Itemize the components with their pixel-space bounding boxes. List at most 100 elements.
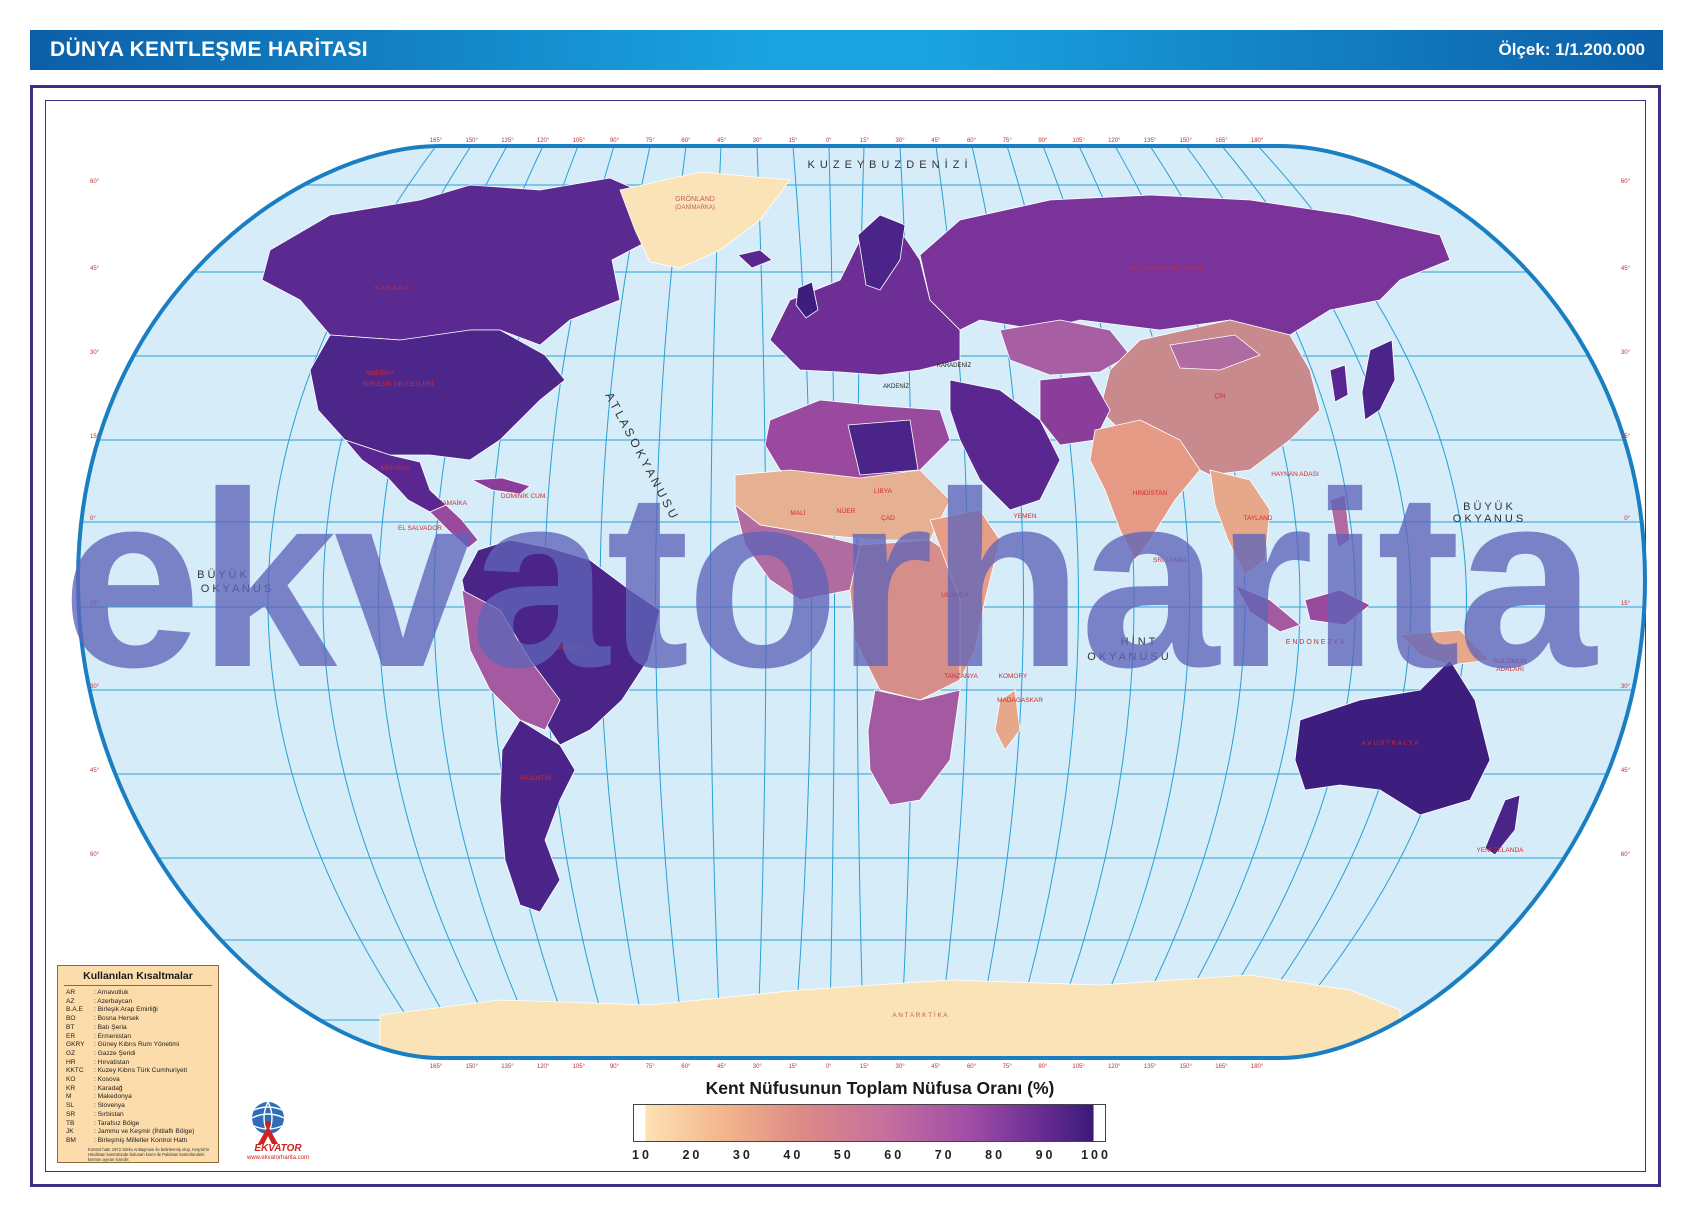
label-australia: A V U S T R A L Y A xyxy=(1361,740,1419,747)
label-usa-1: AMERİKA xyxy=(365,368,395,377)
longitude-label: 30° xyxy=(753,1064,763,1070)
latitude-label: 60° xyxy=(1621,179,1631,185)
abbreviation-name: : Birleşik Arap Emirliği xyxy=(94,1006,158,1014)
abbreviation-row: TB: Tarafsız Bölge xyxy=(58,1120,218,1129)
abbreviation-name: : Makedonya xyxy=(94,1093,132,1101)
longitude-label: 15° xyxy=(788,138,798,144)
logo-name: EKVATOR xyxy=(254,1143,302,1154)
legend-tick-label: 30 xyxy=(732,1148,753,1162)
longitude-label: 30° xyxy=(896,138,906,144)
abbreviation-code: JK xyxy=(66,1128,74,1136)
longitude-label: 30° xyxy=(753,138,763,144)
logo-url: www.ekvatorharita.com xyxy=(246,1155,310,1161)
abbreviation-code: TB xyxy=(66,1119,75,1127)
longitude-label: 120° xyxy=(1108,138,1121,144)
abbreviation-code: HR xyxy=(66,1058,76,1066)
longitude-label: 90° xyxy=(1038,138,1048,144)
abbreviation-code: M xyxy=(66,1093,72,1101)
abbreviations-box: Kullanılan Kısaltmalar AR : Arnavutluk AZ:… xyxy=(57,965,219,1163)
abbreviation-code: AR xyxy=(66,989,76,996)
legend-title: Kent Nüfusunun Toplam Nüfusa Oranı (%) xyxy=(705,1078,1055,1098)
abbreviation-row: M : Makedonya xyxy=(58,1093,218,1102)
longitude-label: 60° xyxy=(967,138,977,144)
latitude-label: 15° xyxy=(1621,434,1631,440)
longitude-label: 120° xyxy=(1108,1064,1121,1070)
abbreviation-code: BO xyxy=(66,1015,76,1023)
legend-tick-label: 70 xyxy=(934,1148,955,1162)
longitude-label: 180° xyxy=(1251,138,1264,144)
legend-tick-label: 80 xyxy=(985,1148,1006,1162)
latitude-label: 30° xyxy=(1621,684,1631,690)
label-greenland-sub: (DANİMARKA) xyxy=(675,204,715,211)
abbreviation-row: GKRY: Güney Kıbrıs Rum Yönetimi xyxy=(58,1041,218,1050)
longitude-label: 45° xyxy=(931,1064,941,1070)
abbreviation-name: : Birleşmiş Milletler Kontrol Hattı xyxy=(94,1136,188,1144)
abbreviation-name: : Bosna Hersek xyxy=(94,1015,140,1023)
abbreviation-code: ER xyxy=(66,1032,76,1040)
longitude-label: 45° xyxy=(931,138,941,144)
abbreviation-name: : Karadağ xyxy=(94,1084,123,1092)
abbreviation-name: : Arnavutluk xyxy=(94,989,129,996)
abbreviation-name: : Jammu ve Keşmir (İhtilaflı Bölge) xyxy=(94,1128,195,1136)
longitude-label: 15° xyxy=(788,1064,798,1070)
longitude-label: 150° xyxy=(1179,138,1192,144)
abbreviation-row: BM : Birleşmiş Milletler Kontrol Hattı xyxy=(58,1137,218,1146)
abbreviation-row: AZ : Azerbaycan xyxy=(58,998,218,1007)
abbreviation-row: JK : Jammu ve Keşmir (İhtilaflı Bölge) xyxy=(58,1128,218,1137)
longitude-label: 30° xyxy=(896,1064,906,1070)
longitude-label: 105° xyxy=(1072,138,1085,144)
abbreviation-row: BO : Bosna Hersek xyxy=(58,1015,218,1024)
longitude-label: 105° xyxy=(573,1064,586,1070)
label-canada: K A N A D A xyxy=(375,285,410,292)
abbreviation-name: : Batı Şeria xyxy=(94,1023,127,1031)
longitude-label: 15° xyxy=(860,1064,870,1070)
latitude-label: 45° xyxy=(1621,266,1631,272)
abbreviation-row: SL: Slovenya xyxy=(58,1102,218,1111)
longitude-label: 60° xyxy=(681,1064,691,1070)
watermark: ekvatorharita xyxy=(62,440,1596,719)
label-black-sea: KARADENİZ xyxy=(937,362,972,369)
legend-tick-label: 100 xyxy=(1081,1148,1111,1162)
latitude-label: 60° xyxy=(90,852,100,858)
longitude-label: 0° xyxy=(826,1064,832,1070)
legend-tick-label: 90 xyxy=(1035,1148,1056,1162)
abbreviation-name: : Azerbaycan xyxy=(94,997,133,1005)
abbreviation-code: AZ xyxy=(66,997,75,1005)
abbreviation-row: GZ: Gazze Şeridi xyxy=(58,1050,218,1059)
abbreviation-name: : Kuzey Kıbrıs Türk Cumhuriyeti xyxy=(94,1067,187,1075)
legend-tick-label: 20 xyxy=(682,1148,703,1162)
abbreviations-divider xyxy=(64,985,212,986)
latitude-label: 60° xyxy=(1621,852,1631,858)
longitude-label: 135° xyxy=(501,1064,514,1070)
abbreviations-title: Kullanılan Kısaltmalar xyxy=(83,970,193,982)
abbreviation-row: KR: Karadağ xyxy=(58,1085,218,1094)
abbreviation-name: : Slovenya xyxy=(94,1102,125,1110)
abbreviation-name: : Kosova xyxy=(94,1076,120,1084)
abbreviation-row: SR : Sırbistan xyxy=(58,1111,218,1120)
label-china: ÇİN xyxy=(1214,391,1226,400)
abbreviation-code: B.A.E xyxy=(66,1006,83,1014)
longitude-label: 45° xyxy=(717,138,727,144)
label-russia: RUSYA FEDERASYONU xyxy=(1129,265,1202,272)
abbreviation-code: SR xyxy=(66,1110,76,1118)
longitude-label: 105° xyxy=(573,138,586,144)
longitude-label: 120° xyxy=(537,138,550,144)
longitude-label: 75° xyxy=(646,1064,656,1070)
longitude-label: 105° xyxy=(1072,1064,1085,1070)
latitude-label: 15° xyxy=(1621,601,1631,607)
abbreviation-name: : Ermenistan xyxy=(94,1032,132,1040)
longitude-label: 165° xyxy=(1215,1064,1228,1070)
abbreviation-row: AR : Arnavutluk xyxy=(58,989,218,998)
abbreviation-code: BM xyxy=(66,1136,76,1144)
label-arctic: K U Z E Y B U Z D E N İ Z İ xyxy=(807,158,968,171)
latitude-label: 45° xyxy=(90,266,100,272)
longitude-label: 150° xyxy=(465,138,478,144)
latitude-label: 45° xyxy=(1621,768,1631,774)
abbreviation-name: : Sırbistan xyxy=(94,1110,124,1118)
longitude-label: 150° xyxy=(465,1064,478,1070)
abbreviation-row: KKTC: Kuzey Kıbrıs Türk Cumhuriyeti xyxy=(58,1067,218,1076)
legend-tick-label: 60 xyxy=(884,1148,905,1162)
abbreviation-code: BT xyxy=(66,1023,75,1031)
longitude-label: 120° xyxy=(537,1064,550,1070)
latitude-label: 30° xyxy=(90,350,100,356)
